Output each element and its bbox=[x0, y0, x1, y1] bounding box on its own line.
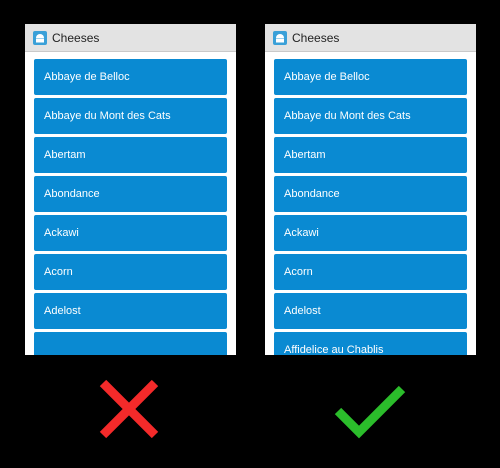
action-bar: Cheeses bbox=[265, 24, 476, 52]
list-item[interactable]: Adelost bbox=[274, 293, 467, 329]
list-item[interactable]: Ackawi bbox=[274, 215, 467, 251]
list-item[interactable]: Abertam bbox=[34, 137, 227, 173]
list-item[interactable]: Adelost bbox=[34, 293, 227, 329]
app-title: Cheeses bbox=[52, 30, 100, 45]
cheese-list: Abbaye de Belloc Abbaye du Mont des Cats… bbox=[265, 52, 476, 355]
list-item[interactable]: Abbaye de Belloc bbox=[274, 59, 467, 95]
list-item[interactable]: Acorn bbox=[34, 254, 227, 290]
list-item[interactable]: Abbaye du Mont des Cats bbox=[274, 98, 467, 134]
list-item[interactable]: Abbaye du Mont des Cats bbox=[34, 98, 227, 134]
cheese-list: Abbaye de Belloc Abbaye du Mont des Cats… bbox=[25, 52, 236, 355]
action-bar: Cheeses bbox=[25, 24, 236, 52]
cross-icon bbox=[97, 377, 161, 441]
list-item[interactable]: Acorn bbox=[274, 254, 467, 290]
checkmark-icon bbox=[333, 383, 407, 439]
list-item[interactable]: Abbaye de Belloc bbox=[34, 59, 227, 95]
left-screenshot: Cheeses Abbaye de Belloc Abbaye du Mont … bbox=[25, 24, 236, 355]
android-robot-icon[interactable] bbox=[273, 30, 287, 45]
list-item[interactable]: Abertam bbox=[274, 137, 467, 173]
list-item[interactable]: Abondance bbox=[34, 176, 227, 212]
list-item[interactable]: Ackawi bbox=[34, 215, 227, 251]
app-title: Cheeses bbox=[292, 30, 340, 45]
list-item-partial[interactable] bbox=[34, 332, 227, 355]
right-screenshot: Cheeses Abbaye de Belloc Abbaye du Mont … bbox=[265, 24, 476, 355]
android-robot-icon[interactable] bbox=[33, 30, 47, 45]
list-item[interactable]: Abondance bbox=[274, 176, 467, 212]
list-item[interactable]: Affidelice au Chablis bbox=[274, 332, 467, 355]
